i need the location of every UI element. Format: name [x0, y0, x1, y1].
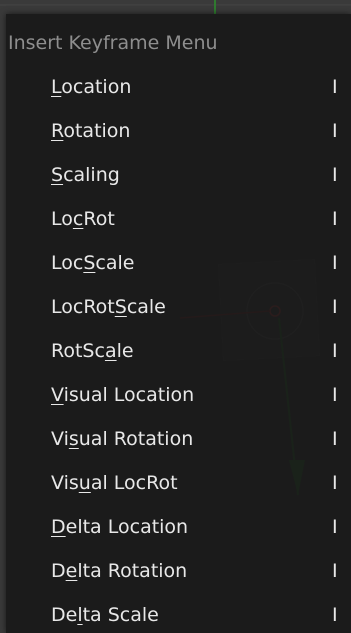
menu-item-hotkey: I — [332, 252, 338, 274]
menu-item-visual-location[interactable]: Visual Location I — [6, 376, 351, 420]
menu-item-hotkey: I — [332, 516, 338, 538]
menu-item-rotation[interactable]: Rotation I — [6, 112, 351, 156]
menu-item-label: Delta Rotation — [51, 560, 188, 582]
menu-item-label: Visual LocRot — [51, 472, 178, 494]
menu-item-hotkey: I — [332, 384, 338, 406]
menu-item-locrotscale[interactable]: LocRotScale I — [6, 288, 351, 332]
menu-item-hotkey: I — [332, 604, 338, 626]
menu-item-delta-location[interactable]: Delta Location I — [6, 508, 351, 552]
menu-item-locrot[interactable]: LocRot I — [6, 200, 351, 244]
menu-item-delta-rotation[interactable]: Delta Rotation I — [6, 552, 351, 596]
menu-item-hotkey: I — [332, 208, 338, 230]
menu-item-label: Scaling — [51, 164, 120, 186]
menu-item-label: Visual Location — [51, 384, 195, 406]
menu-item-location[interactable]: Location I — [6, 68, 351, 112]
menu-item-hotkey: I — [332, 560, 338, 582]
menu-item-label: LocScale — [51, 252, 135, 274]
insert-keyframe-menu: Insert Keyframe Menu Location I Rotation I S… — [6, 14, 351, 633]
menu-item-locscale[interactable]: LocScale I — [6, 244, 351, 288]
menu-item-hotkey: I — [332, 76, 338, 98]
menu-title: Insert Keyframe Menu — [8, 32, 218, 54]
menu-item-label: LocRotScale — [51, 296, 166, 318]
menu-item-delta-scale[interactable]: Delta Scale I — [6, 596, 351, 633]
menu-item-hotkey: I — [332, 472, 338, 494]
menu-item-label: Rotation — [51, 120, 131, 142]
menu-item-visual-locrot[interactable]: Visual LocRot I — [6, 464, 351, 508]
menu-item-visual-rotation[interactable]: Visual Rotation I — [6, 420, 351, 464]
menu-item-label: LocRot — [51, 208, 115, 230]
menu-item-label: Delta Location — [51, 516, 189, 538]
menu-item-label: Visual Rotation — [51, 428, 194, 450]
menu-item-hotkey: I — [332, 120, 338, 142]
menu-item-label: Location — [51, 76, 132, 98]
menu-item-label: RotScale — [51, 340, 134, 362]
menu-item-hotkey: I — [332, 296, 338, 318]
menu-item-label: Delta Scale — [51, 604, 159, 626]
menu-item-rotscale[interactable]: RotScale I — [6, 332, 351, 376]
menu-items: Location I Rotation I Scaling I LocRot I LocScal… — [6, 68, 351, 633]
menu-item-hotkey: I — [332, 164, 338, 186]
3d-viewport[interactable]: Insert Keyframe Menu Location I Rotation I S… — [0, 0, 351, 633]
menu-item-hotkey: I — [332, 428, 338, 450]
menu-item-scaling[interactable]: Scaling I — [6, 156, 351, 200]
menu-item-hotkey: I — [332, 340, 338, 362]
